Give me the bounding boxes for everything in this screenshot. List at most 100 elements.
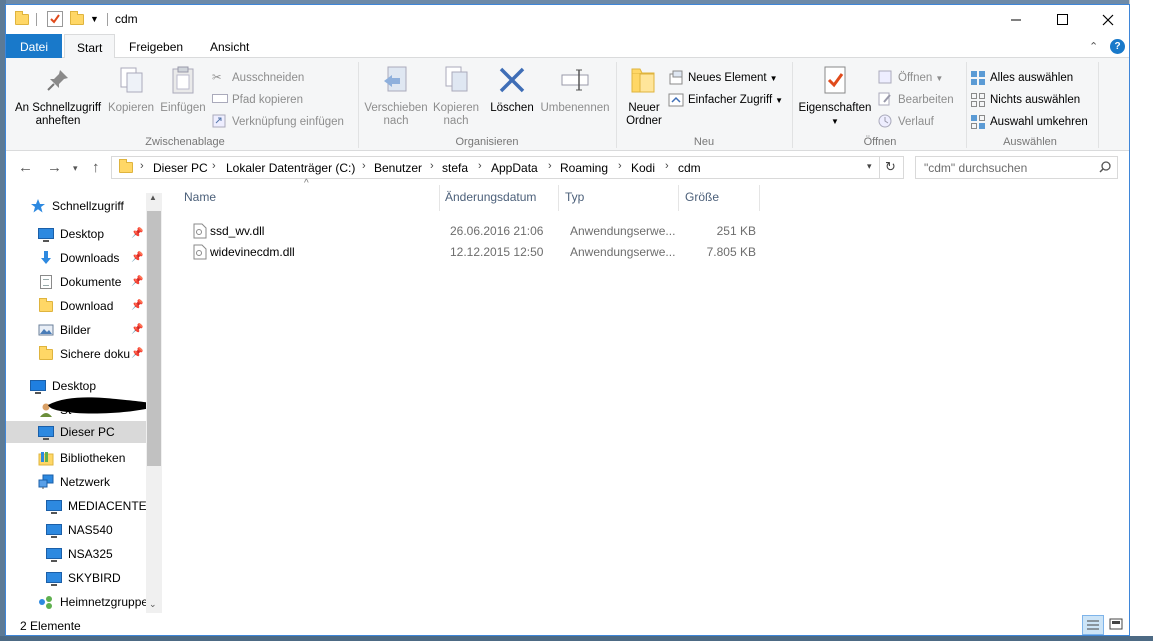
forward-arrow-icon[interactable]: → (47, 159, 62, 176)
file-modified: 26.06.2016 21:06 (450, 224, 544, 238)
nav-network-skybird[interactable]: SKYBIRD (46, 567, 186, 589)
scroll-up-icon[interactable]: ▲ (149, 193, 157, 202)
title-bar: ▼ cdm (6, 5, 1129, 34)
column-header-type[interactable]: Typ (565, 190, 584, 204)
computer-icon (46, 498, 62, 514)
breadcrumb-kodi[interactable]: Kodi (631, 161, 655, 175)
pinned-icon: 📌 (131, 300, 144, 311)
maximize-button[interactable] (1039, 5, 1085, 34)
breadcrumb-roaming[interactable]: Roaming (560, 161, 608, 175)
close-button[interactable] (1085, 5, 1129, 34)
file-list: ^ Name Änderungsdatum Typ Größe ssd_wv.d… (174, 178, 1124, 611)
network-icon (38, 474, 54, 490)
new-item-dropdown[interactable]: Neues Element ▼ (668, 68, 778, 88)
select-none-button[interactable]: Nichts auswählen (970, 90, 1080, 110)
details-view-icon[interactable] (1082, 615, 1104, 635)
copy-to-button[interactable]: Kopieren nach (430, 62, 482, 128)
breadcrumb-appdata[interactable]: AppData (491, 161, 538, 175)
history-button[interactable]: Verlauf (878, 112, 934, 132)
breadcrumb-separator-icon[interactable]: › (212, 160, 216, 172)
organize-group-label: Organisieren (455, 136, 519, 148)
status-bar: 2 Elemente (6, 614, 1129, 635)
breadcrumb-separator-icon[interactable]: › (548, 160, 552, 172)
breadcrumb-user[interactable]: stefa (442, 161, 468, 175)
properties-quick-access-icon[interactable] (47, 11, 63, 27)
column-header-modified[interactable]: Änderungsdatum (445, 190, 536, 204)
nav-scrollbar-thumb[interactable] (147, 211, 161, 466)
breadcrumb-this-pc[interactable]: Dieser PC (153, 161, 208, 175)
path-icon (212, 92, 228, 108)
column-header-size[interactable]: Größe (685, 190, 719, 204)
edit-button[interactable]: Bearbeiten (878, 90, 954, 110)
ribbon-tab-bar: Datei Start Freigeben Ansicht ⌃ ? (6, 34, 1129, 59)
column-header-name[interactable]: Name (184, 190, 216, 204)
pin-to-quick-access-button[interactable]: An Schnellzugriff anheften (12, 62, 104, 128)
search-icon[interactable] (1099, 161, 1111, 176)
rename-button[interactable]: Umbenennen (537, 62, 613, 115)
copy-path-button[interactable]: Pfad kopieren (212, 90, 303, 110)
large-icons-view-icon[interactable] (1106, 615, 1128, 635)
breadcrumb-separator-icon[interactable]: › (618, 160, 622, 172)
taskbar-fragment (0, 636, 1153, 641)
tab-share[interactable]: Freigeben (117, 34, 195, 58)
nav-this-pc[interactable]: Dieser PC (6, 421, 146, 443)
tab-start[interactable]: Start (64, 34, 116, 59)
breadcrumb-separator-icon[interactable]: › (362, 160, 366, 172)
back-arrow-icon[interactable]: ← (18, 159, 33, 176)
properties-button[interactable]: Eigenschaften ▼ (796, 62, 874, 128)
move-to-button[interactable]: Verschieben nach (362, 62, 430, 128)
nav-item-secure-documents[interactable]: Sichere dokumente (38, 343, 130, 365)
paste-button[interactable]: Einfügen (157, 62, 209, 115)
breadcrumb-separator-icon[interactable]: › (430, 160, 434, 172)
recent-locations-chevron-icon[interactable]: ▾ (73, 163, 78, 174)
search-input[interactable]: "cdm" durchsuchen (915, 156, 1118, 179)
nav-network-nas540[interactable]: NAS540 (46, 519, 186, 541)
address-history-chevron-icon[interactable]: ▾ (867, 161, 872, 172)
nav-scrollbar[interactable]: ▲ ⌄ (146, 193, 162, 613)
select-all-button[interactable]: Alles auswählen (970, 68, 1073, 88)
new-folder-quick-access-icon[interactable] (69, 11, 85, 27)
copy-button[interactable]: Kopieren (106, 62, 156, 115)
address-bar[interactable]: › Dieser PC › Lokaler Datenträger (C:) ›… (111, 156, 904, 179)
file-row[interactable]: ssd_wv.dll 26.06.2016 21:06 Anwendungser… (184, 221, 764, 242)
breadcrumb-cdm[interactable]: cdm (678, 161, 701, 175)
breadcrumb-separator-icon[interactable]: › (665, 160, 669, 172)
customize-quick-access-dropdown[interactable]: ▼ (90, 11, 106, 27)
up-arrow-icon[interactable]: ↑ (92, 159, 100, 176)
breadcrumb-separator-icon[interactable]: › (140, 160, 144, 172)
paste-shortcut-button[interactable]: Verknüpfung einfügen (212, 112, 344, 132)
open-dropdown[interactable]: Öffnen ▼ (878, 68, 943, 88)
new-folder-button[interactable]: Neuer Ordner (620, 62, 668, 128)
tab-file[interactable]: Datei (6, 34, 62, 58)
delete-button[interactable]: Löschen (487, 62, 537, 115)
background-window-fragment (1129, 0, 1153, 641)
item-count: 2 Elemente (20, 619, 81, 633)
star-icon (30, 198, 46, 214)
breadcrumb-users[interactable]: Benutzer (374, 161, 422, 175)
breadcrumb-local-disk[interactable]: Lokaler Datenträger (C:) (226, 161, 355, 175)
breadcrumb-separator-icon[interactable]: › (478, 160, 482, 172)
tab-view[interactable]: Ansicht (198, 34, 261, 58)
file-row[interactable]: widevinecdm.dll 12.12.2015 12:50 Anwendu… (184, 242, 764, 263)
nav-network-mediacenter[interactable]: MEDIACENTER (46, 495, 186, 517)
pinned-icon: 📌 (131, 228, 144, 239)
minimize-button[interactable] (993, 5, 1039, 34)
file-explorer-window: ▼ cdm Datei Start Freigeben Ansicht ⌃ ? … (5, 4, 1130, 636)
refresh-icon[interactable]: ↻ (885, 159, 896, 175)
shortcut-icon (212, 114, 228, 130)
easy-access-icon (668, 92, 684, 108)
scroll-down-icon[interactable]: ⌄ (149, 599, 157, 610)
minimize-ribbon-chevron-icon[interactable]: ⌃ (1089, 40, 1098, 53)
navigation-pane: Schnellzugriff Desktop 📌 Downloads 📌 Dok… (6, 183, 162, 613)
easy-access-dropdown[interactable]: Einfacher Zugriff ▼ (668, 90, 783, 110)
file-type: Anwendungserwe... (570, 224, 676, 238)
download-arrow-icon (38, 250, 54, 266)
nav-network-nsa325[interactable]: NSA325 (46, 543, 186, 565)
cut-button[interactable]: ✂ Ausschneiden (212, 68, 304, 88)
history-icon (878, 114, 894, 130)
help-icon[interactable]: ? (1110, 39, 1125, 54)
sort-ascending-icon: ^ (304, 178, 309, 189)
rename-icon (559, 64, 591, 96)
desktop-icon (38, 226, 54, 242)
invert-selection-button[interactable]: Auswahl umkehren (970, 112, 1088, 132)
